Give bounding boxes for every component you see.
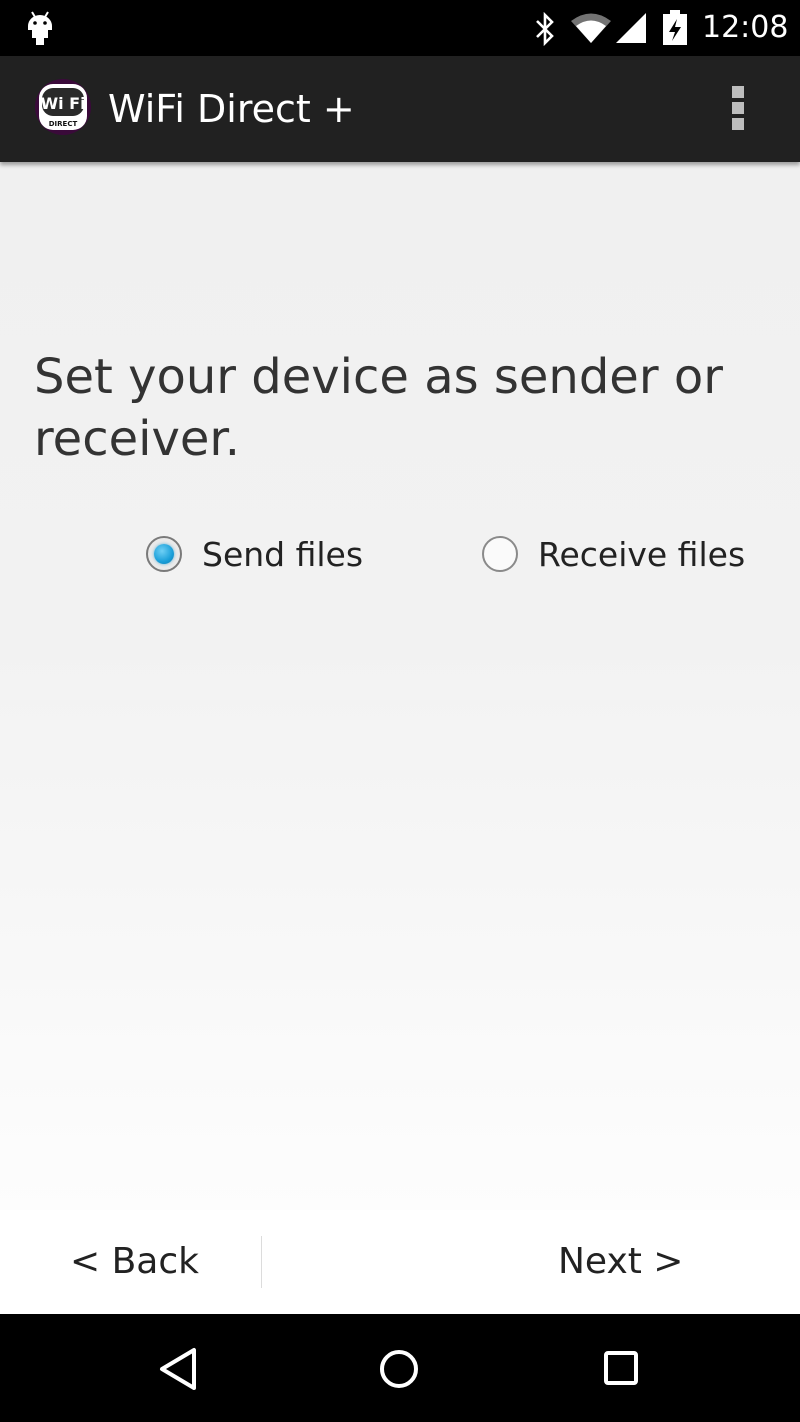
- status-bar: 12:08: [0, 0, 800, 56]
- button-divider: [261, 1236, 262, 1288]
- radio-unchecked-icon[interactable]: [482, 536, 518, 572]
- wifi-icon: [571, 13, 611, 43]
- radio-dot: [154, 544, 174, 564]
- back-button[interactable]: < Back: [70, 1234, 210, 1290]
- action-bar: Wi Fi DIRECT WiFi Direct +: [0, 56, 800, 162]
- system-navigation-bar: [0, 1314, 800, 1422]
- status-clock: 12:08: [702, 10, 789, 45]
- wifi-direct-logo-icon[interactable]: Wi Fi DIRECT: [34, 78, 92, 136]
- overflow-dot: [732, 102, 744, 114]
- overflow-menu-icon[interactable]: [716, 78, 760, 138]
- bluetooth-icon: [536, 12, 554, 46]
- overflow-dot: [732, 86, 744, 98]
- recents-square-icon[interactable]: [594, 1342, 648, 1396]
- instruction-text: Set your device as sender or receiver.: [34, 349, 723, 467]
- logo-text-bottom: DIRECT: [49, 120, 78, 128]
- send-files-label[interactable]: Send files: [202, 530, 363, 580]
- radio-checked-icon[interactable]: [146, 536, 182, 572]
- logo-text-top: Wi Fi: [40, 94, 85, 113]
- app-title: WiFi Direct +: [108, 87, 355, 131]
- cell-signal-icon: [616, 13, 646, 43]
- battery-charging-icon: [663, 10, 687, 45]
- overflow-dot: [732, 118, 744, 130]
- screen: 12:08 Wi Fi DIRECT WiFi Direct + Set you…: [0, 0, 800, 1422]
- home-circle-icon[interactable]: [372, 1342, 426, 1396]
- receive-files-label[interactable]: Receive files: [538, 530, 745, 580]
- android-notification-icon: [28, 11, 52, 45]
- bottom-button-bar: < Back Next >: [0, 1210, 800, 1314]
- main-content: Set your device as sender or receiver. S…: [0, 162, 800, 1314]
- next-button[interactable]: Next >: [558, 1234, 698, 1290]
- back-triangle-icon[interactable]: [152, 1342, 206, 1396]
